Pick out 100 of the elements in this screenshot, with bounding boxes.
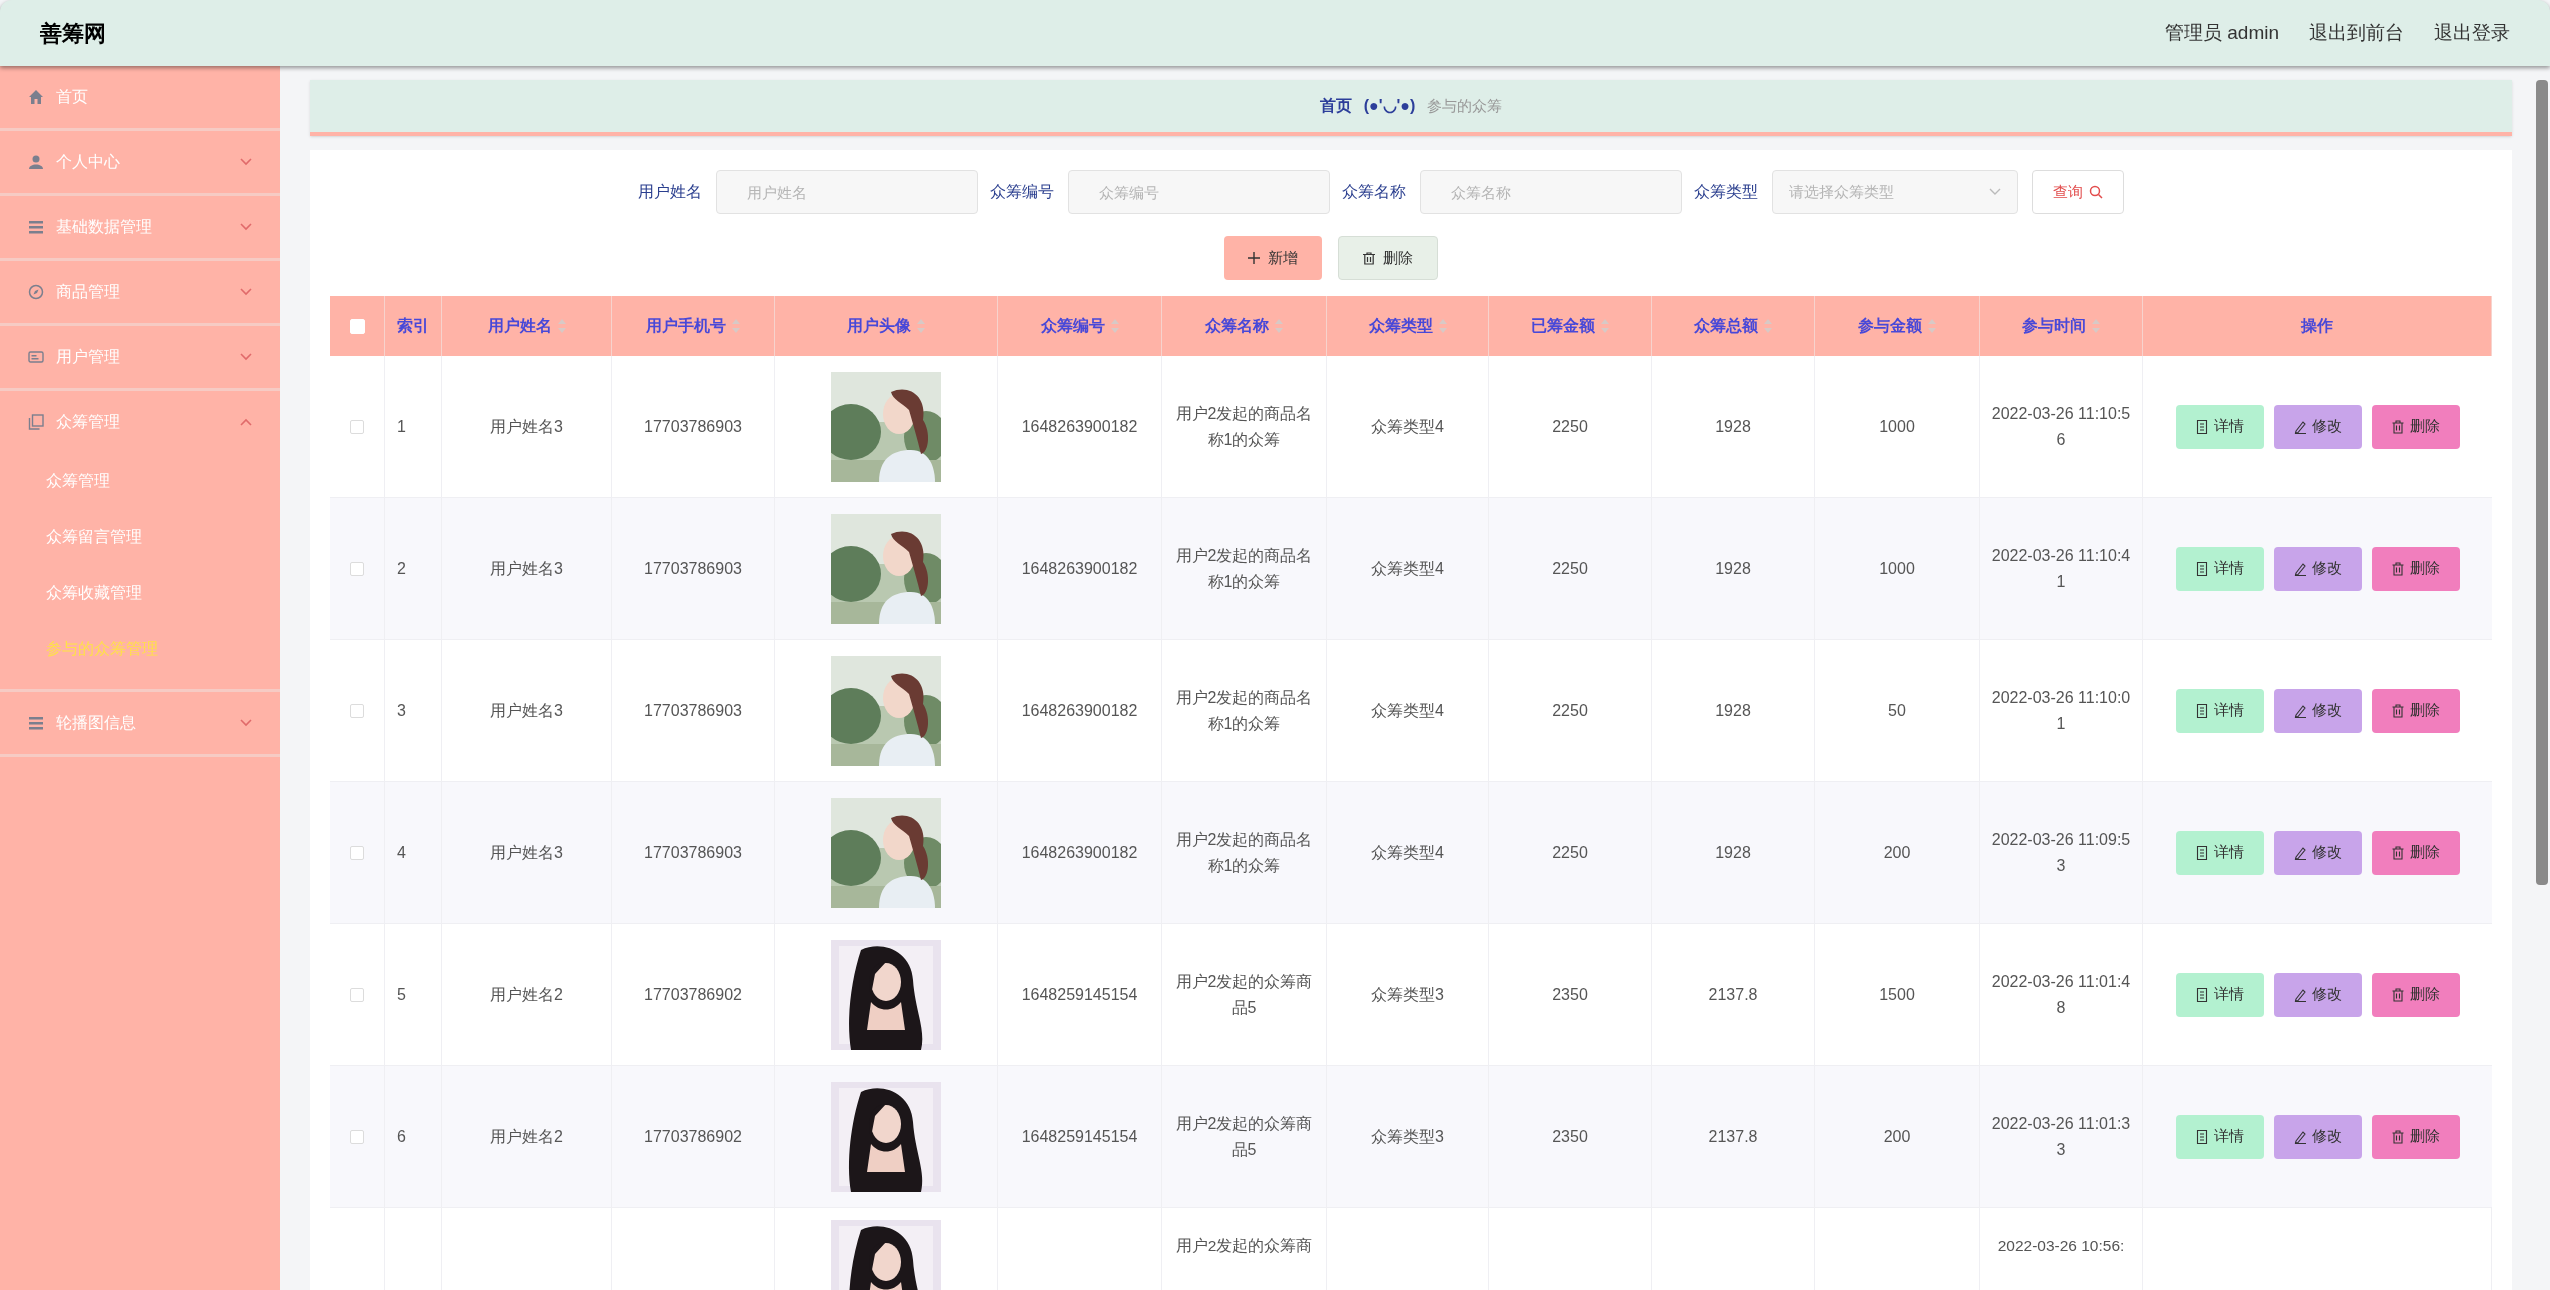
delete-button[interactable]: 删除 <box>2371 1114 2460 1159</box>
row-index: 1 <box>397 416 406 437</box>
search-button[interactable]: 查询 <box>2032 170 2124 214</box>
column-header[interactable]: 已筹金额 <box>1531 314 1609 338</box>
column-header[interactable]: 用户头像 <box>847 314 925 338</box>
checkbox[interactable] <box>350 987 364 1002</box>
row-index: 6 <box>397 1126 406 1147</box>
sort-icon <box>1928 319 1936 333</box>
checkbox[interactable] <box>350 845 364 860</box>
delete-button[interactable]: 删除 <box>1338 236 1438 280</box>
trash-icon <box>2391 703 2404 718</box>
table-cell-text: 1500 <box>1879 984 1915 1005</box>
input-field[interactable]: 众筹编号 <box>1068 170 1330 214</box>
admin-link[interactable]: 管理员 admin <box>2164 18 2279 48</box>
edit-button[interactable]: 修改 <box>2273 404 2362 449</box>
column-header[interactable]: 众筹名称 <box>1205 314 1283 338</box>
edit-button[interactable]: 修改 <box>2273 688 2362 733</box>
table-cell-text: 用户2发起的商品名称1的众筹 <box>1174 403 1314 450</box>
checkbox[interactable] <box>350 703 364 718</box>
chevron-down-icon <box>1989 188 2001 196</box>
row-index: 2 <box>397 558 406 579</box>
add-button[interactable]: 新增 <box>1224 236 1322 280</box>
trash-icon <box>2391 987 2404 1002</box>
emoticon: (●'◡'●) <box>1363 96 1416 116</box>
pencil-icon <box>2293 987 2306 1002</box>
home-icon <box>28 89 44 105</box>
edit-button[interactable]: 修改 <box>2273 546 2362 591</box>
table-cell-text: 用户2发起的商品名称1的众筹 <box>1174 829 1314 876</box>
table-cell-text: 1648263900182 <box>1021 416 1138 437</box>
header-link[interactable]: 退出到前台 <box>2309 18 2404 48</box>
detail-button[interactable]: 详情 <box>2175 830 2264 875</box>
detail-button[interactable]: 详情 <box>2175 404 2264 449</box>
sort-icon <box>732 319 740 333</box>
delete-button[interactable]: 删除 <box>2371 404 2460 449</box>
column-header[interactable]: 操作 <box>2301 314 2333 338</box>
table-cell-text: 用户姓名3 <box>490 558 563 579</box>
document-icon <box>2195 987 2208 1002</box>
column-header[interactable]: 众筹总额 <box>1694 314 1772 338</box>
table-cell-text: 用户姓名3 <box>490 700 563 721</box>
delete-button[interactable]: 删除 <box>2371 688 2460 733</box>
table-cell-text: 1000 <box>1879 416 1915 437</box>
column-header[interactable]: 用户姓名 <box>487 314 566 338</box>
table-cell-text: 17703786903 <box>644 558 742 579</box>
checkbox[interactable] <box>350 419 364 434</box>
table-cell-text: 用户2发起的商品名称1的众筹 <box>1174 687 1314 734</box>
column-header[interactable]: 参与金额 <box>1858 314 1936 338</box>
input-field[interactable]: 众筹名称 <box>1420 170 1682 214</box>
edit-button[interactable]: 修改 <box>2273 1114 2362 1159</box>
field-label: 众筹类型 <box>1694 182 1758 202</box>
compass-icon <box>28 284 44 300</box>
table-cell-text: 2022-03-26 11:10:41 <box>1990 545 2132 592</box>
document-icon <box>2195 561 2208 576</box>
id-card-icon <box>28 349 44 365</box>
table-cell-text: 1000 <box>1879 558 1915 579</box>
column-header[interactable]: 众筹编号 <box>1040 314 1119 338</box>
table-cell-text: 1928 <box>1715 842 1751 863</box>
input-field[interactable]: 用户姓名 <box>716 170 978 214</box>
checkbox[interactable] <box>350 561 364 576</box>
field-label: 众筹名称 <box>1342 182 1406 202</box>
table-cell-text: 1648263900182 <box>1021 842 1138 863</box>
detail-button[interactable]: 详情 <box>2175 546 2264 591</box>
table-cell-text: 1648263900182 <box>1021 558 1138 579</box>
checkbox[interactable] <box>350 1129 364 1144</box>
field-label: 众筹编号 <box>990 182 1054 202</box>
delete-button[interactable]: 删除 <box>2371 546 2460 591</box>
table-cell-text: 17703786903 <box>644 700 742 721</box>
table-cell-text: 2137.8 <box>1708 984 1758 1005</box>
list-icon <box>28 219 44 235</box>
table-cell-text: 2350 <box>1552 984 1588 1005</box>
column-header[interactable]: 众筹类型 <box>1368 314 1447 338</box>
sort-icon <box>1110 319 1119 333</box>
column-header[interactable]: 参与时间 <box>2022 314 2100 338</box>
delete-button[interactable]: 删除 <box>2371 972 2460 1017</box>
sort-icon <box>917 319 925 333</box>
table-cell-text: 用户2发起的众筹商品5 <box>1174 971 1314 1018</box>
list-icon <box>28 715 44 731</box>
pencil-icon <box>2293 1129 2306 1144</box>
table-cell-text: 用户姓名3 <box>490 416 563 437</box>
table-cell-text: 1648259145154 <box>1021 984 1138 1005</box>
column-header[interactable]: 索引 <box>397 314 429 338</box>
table-cell-text: 众筹类型4 <box>1371 416 1444 437</box>
sort-icon <box>1601 319 1609 333</box>
column-header[interactable]: 用户手机号 <box>646 314 740 338</box>
detail-button[interactable]: 详情 <box>2175 1114 2264 1159</box>
detail-button[interactable]: 详情 <box>2175 972 2264 1017</box>
document-icon <box>2195 703 2208 718</box>
edit-button[interactable]: 修改 <box>2273 972 2362 1017</box>
breadcrumb-link[interactable]: 首页 <box>1319 94 1352 118</box>
delete-button[interactable]: 删除 <box>2371 830 2460 875</box>
table-cell-text: 众筹类型4 <box>1371 700 1444 721</box>
scrollbar[interactable] <box>2536 80 2548 885</box>
table-cell-text: 50 <box>1888 700 1906 721</box>
row-index: 5 <box>397 984 406 1005</box>
detail-button[interactable]: 详情 <box>2175 688 2264 733</box>
breadcrumb-current: 参与的众筹 <box>1427 95 1503 116</box>
header-link[interactable]: 退出登录 <box>2434 18 2510 48</box>
sort-icon <box>1275 319 1283 333</box>
sort-icon <box>557 319 566 333</box>
edit-button[interactable]: 修改 <box>2273 830 2362 875</box>
table-cell-text: 用户姓名2 <box>490 1126 563 1147</box>
